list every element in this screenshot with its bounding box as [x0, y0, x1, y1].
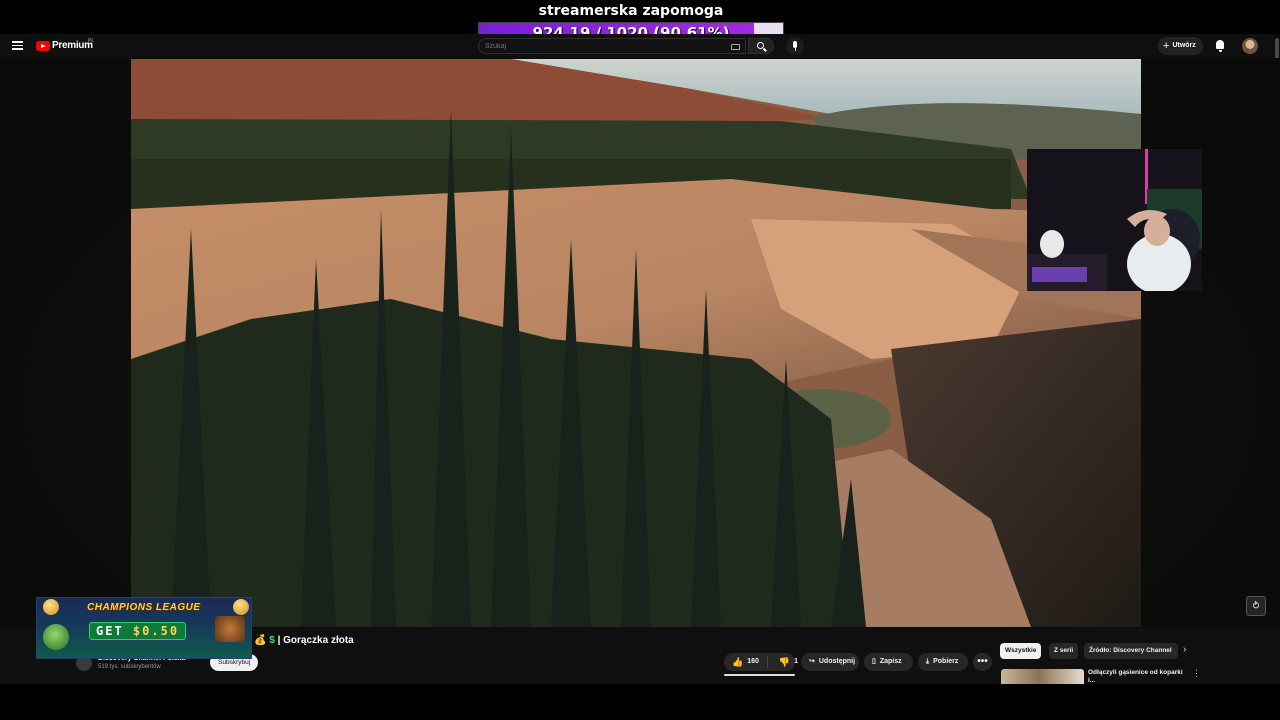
- like-button[interactable]: 👍 160: [724, 656, 768, 668]
- create-label: Utwórz: [1172, 42, 1196, 49]
- download-button[interactable]: ⤓ Pobierz: [918, 653, 968, 671]
- search-box: [478, 38, 746, 54]
- dollar-icon: $: [269, 635, 275, 646]
- coin-icon: [43, 599, 59, 615]
- keyboard-icon[interactable]: [731, 44, 740, 50]
- chevron-right-icon[interactable]: ›: [1183, 644, 1186, 655]
- thumbs-down-icon: 👎: [778, 656, 791, 667]
- youtube-header: Premium PL + Utwórz: [0, 34, 1280, 58]
- recommended-video-thumbnail[interactable]: [1001, 669, 1084, 684]
- ad-banner[interactable]: CHAMPIONS LEAGUE GET $0.50: [36, 597, 252, 659]
- bookmark-icon: ▯: [872, 658, 876, 665]
- share-icon: ↪: [809, 658, 815, 665]
- ad-chest-icon: [215, 616, 245, 642]
- search-button[interactable]: [748, 38, 774, 54]
- voice-search-button[interactable]: [786, 37, 804, 55]
- menu-icon[interactable]: [12, 41, 23, 50]
- create-button[interactable]: + Utwórz: [1158, 37, 1203, 55]
- chip-source[interactable]: Źródło: Discovery Channel: [1084, 643, 1178, 659]
- video-player[interactable]: [131, 59, 1141, 627]
- share-label: Udostępnij: [818, 658, 856, 665]
- microphone-icon: [793, 41, 797, 48]
- video-frame-landscape: [131, 59, 1141, 627]
- plus-icon: +: [1163, 40, 1170, 52]
- chip-series[interactable]: Z serii: [1049, 643, 1079, 659]
- recommended-video-title[interactable]: Odłączyli gąsienice od koparki i...: [1088, 669, 1186, 684]
- video-title-text: | Gorączka złota: [277, 635, 354, 646]
- dislike-count: 1: [794, 658, 799, 665]
- thumbs-up-icon: 👍: [732, 656, 744, 667]
- youtube-logo-icon[interactable]: [36, 41, 50, 51]
- like-ratio-bar: [724, 674, 795, 676]
- money-bag-icon: 💰: [254, 635, 267, 646]
- ad-get-label: GET: [96, 624, 124, 638]
- search-input[interactable]: [485, 40, 725, 52]
- donation-goal-title: streamerska zapomoga: [538, 3, 724, 19]
- video-title: 💰 $ | Gorączka złota: [254, 635, 354, 646]
- download-label: Pobierz: [933, 658, 959, 665]
- ad-title: CHAMPIONS LEAGUE: [87, 602, 201, 613]
- share-button[interactable]: ↪ Udostępnij: [801, 653, 859, 671]
- streamer-webcam-overlay: [1027, 149, 1202, 291]
- subscriber-count: 519 tys. subskrybentów: [98, 664, 161, 670]
- coin-icon: [233, 599, 249, 615]
- more-actions-button[interactable]: •••: [973, 653, 992, 671]
- save-label: Zapisz: [879, 658, 902, 665]
- download-icon: ⤓: [926, 658, 930, 665]
- ad-offer: GET $0.50: [89, 622, 187, 640]
- chip-all[interactable]: Wszystkie: [1000, 643, 1042, 659]
- webcam-frame: [1027, 149, 1202, 291]
- ad-mascot-icon: [43, 624, 69, 650]
- miniplayer-icon[interactable]: ⥁: [1246, 596, 1266, 616]
- ad-amount: $0.50: [132, 624, 180, 638]
- recommended-video-menu-icon[interactable]: ⋮: [1192, 668, 1201, 679]
- user-avatar[interactable]: [1242, 38, 1258, 54]
- save-button[interactable]: ▯ Zapisz: [864, 653, 913, 671]
- like-dislike-group: 👍 160 👎 1: [724, 653, 799, 671]
- notifications-bell-icon[interactable]: [1215, 40, 1225, 52]
- country-code: PL: [88, 38, 95, 44]
- like-count: 160: [747, 658, 759, 665]
- youtube-premium-label[interactable]: Premium: [52, 40, 93, 51]
